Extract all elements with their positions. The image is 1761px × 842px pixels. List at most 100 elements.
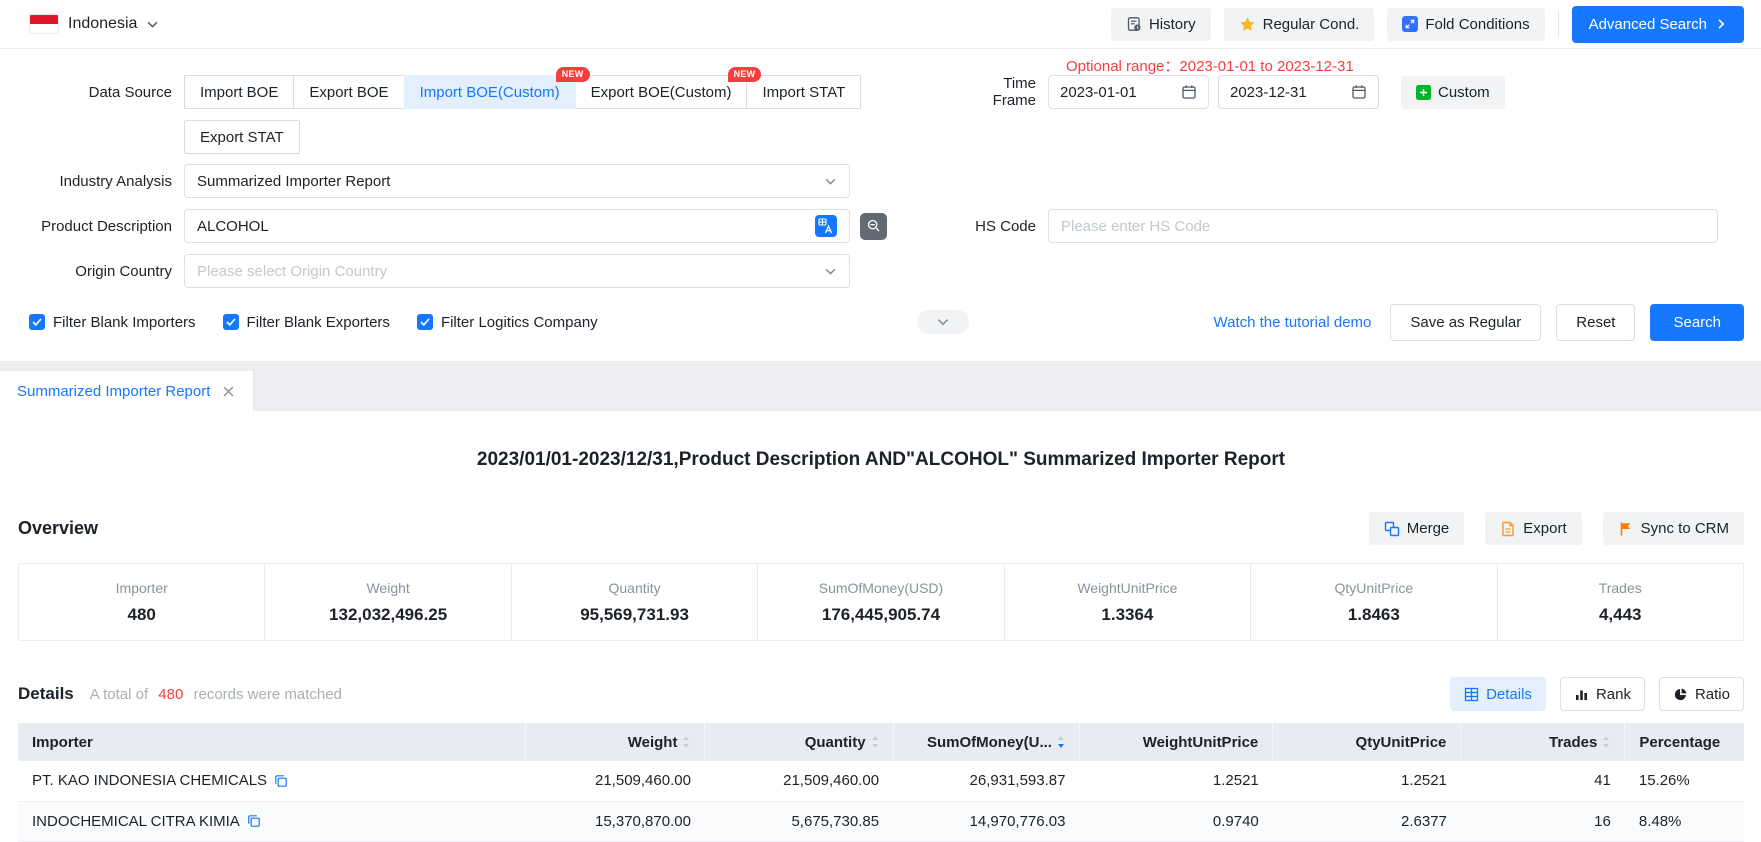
fold-conditions-button[interactable]: Fold Conditions [1387, 8, 1544, 41]
sort-icon[interactable] [1602, 735, 1610, 749]
time-frame-label: Time Frame [958, 75, 1036, 109]
table-header-row: Importer Weight Quantity SumOfMoney(U...… [18, 723, 1744, 761]
calendar-icon [1351, 84, 1367, 100]
merge-button[interactable]: Merge [1369, 512, 1465, 545]
col-quantity[interactable]: Quantity [705, 723, 893, 761]
details-table: Importer Weight Quantity SumOfMoney(U...… [18, 723, 1744, 842]
topbar-actions: History Regular Cond. Fold Conditions Ad… [1111, 6, 1744, 43]
table-row[interactable]: PT. KAO INDONESIA CHEMICALS 21,509,460.0… [18, 761, 1744, 801]
overview-actions: Merge Export Sync to CRM [1369, 512, 1744, 545]
data-source-label: Data Source [12, 84, 172, 101]
tab-import-boe-custom[interactable]: Import BOE(Custom) NEW [404, 75, 576, 109]
calendar-icon [1181, 84, 1197, 100]
flag-icon [1618, 521, 1634, 537]
translate-icon[interactable] [815, 215, 837, 237]
checkbox-checked-icon [29, 314, 45, 330]
filter-panel: Optional range：2023-01-01 to 2023-12-31 … [0, 49, 1761, 361]
export-file-icon [1500, 521, 1516, 537]
collapse-filters-button[interactable] [917, 310, 969, 334]
stat-weight-unit-price: WeightUnitPrice 1.3364 [1004, 564, 1250, 640]
custom-icon [1416, 85, 1431, 100]
col-weight[interactable]: Weight [525, 723, 705, 761]
tab-import-stat[interactable]: Import STAT [746, 75, 861, 109]
sort-icon[interactable] [682, 735, 690, 749]
regular-cond-button[interactable]: Regular Cond. [1224, 8, 1375, 41]
product-description-row: Product Description ALCOHOL HS Code Plea… [12, 209, 1744, 243]
copy-icon[interactable] [274, 774, 288, 788]
sort-icon-active-desc[interactable] [1057, 735, 1065, 749]
country-selector[interactable]: Indonesia [29, 14, 159, 34]
overview-row: Overview Merge Export Sync to CRM [18, 512, 1744, 545]
view-ratio-button[interactable]: Ratio [1659, 677, 1744, 711]
overview-stats-bar: Importer 480 Weight 132,032,496.25 Quant… [18, 563, 1744, 641]
col-importer: Importer [18, 723, 525, 761]
optional-range-hint: Optional range：2023-01-01 to 2023-12-31 [1066, 55, 1354, 76]
sync-to-crm-button[interactable]: Sync to CRM [1603, 512, 1744, 545]
topbar: Indonesia History Regular Cond. Fold Con… [0, 0, 1761, 49]
reset-button[interactable]: Reset [1556, 304, 1635, 341]
exclude-search-button[interactable] [860, 213, 887, 240]
table-row[interactable]: INDOCHEMICAL CITRA KIMIA 15,370,870.00 5… [18, 801, 1744, 841]
match-summary: A total of 480 records were matched [90, 686, 342, 703]
origin-country-select[interactable]: Please select Origin Country [184, 254, 850, 288]
col-percentage: Percentage [1625, 723, 1744, 761]
date-end-input[interactable]: 2023-12-31 [1218, 75, 1379, 109]
product-description-label: Product Description [12, 218, 172, 235]
stat-importer: Importer 480 [19, 564, 264, 640]
stat-qty-unit-price: QtyUnitPrice 1.8463 [1250, 564, 1496, 640]
new-badge: NEW [556, 67, 590, 82]
chevron-down-icon [146, 18, 159, 31]
tab-export-boe[interactable]: Export BOE [293, 75, 404, 109]
filter-blank-exporters-checkbox[interactable]: Filter Blank Exporters [223, 314, 390, 331]
view-switcher: Details Rank Ratio [1450, 677, 1744, 711]
close-icon[interactable] [222, 385, 235, 398]
col-sum-of-money[interactable]: SumOfMoney(U... [893, 723, 1079, 761]
overview-heading: Overview [18, 518, 98, 539]
tab-import-boe[interactable]: Import BOE [184, 75, 294, 109]
stat-quantity: Quantity 95,569,731.93 [511, 564, 757, 640]
sort-icon[interactable] [871, 735, 879, 749]
bar-chart-icon [1574, 687, 1589, 702]
merge-icon [1384, 521, 1400, 537]
view-details-button[interactable]: Details [1450, 677, 1546, 711]
tutorial-demo-link[interactable]: Watch the tutorial demo [1214, 314, 1372, 331]
data-source-row-2: Export STAT [12, 120, 1744, 154]
tab-export-stat[interactable]: Export STAT [184, 120, 300, 154]
tab-export-boe-custom[interactable]: Export BOE(Custom) NEW [575, 75, 748, 109]
origin-country-label: Origin Country [12, 263, 172, 280]
match-count: 480 [158, 686, 183, 703]
search-actions: Watch the tutorial demo Save as Regular … [1214, 304, 1744, 341]
col-trades[interactable]: Trades [1461, 723, 1625, 761]
product-description-input[interactable]: ALCOHOL [184, 209, 850, 243]
stat-weight: Weight 132,032,496.25 [264, 564, 510, 640]
col-weight-unit-price: WeightUnitPrice [1079, 723, 1272, 761]
filter-actions-row: Filter Blank Importers Filter Blank Expo… [29, 304, 1744, 340]
hs-code-input[interactable]: Please enter HS Code [1048, 209, 1718, 243]
new-badge: NEW [728, 67, 762, 82]
filter-blank-importers-checkbox[interactable]: Filter Blank Importers [29, 314, 196, 331]
report-title: 2023/01/01-2023/12/31,Product Descriptio… [18, 449, 1744, 471]
export-button[interactable]: Export [1485, 512, 1581, 545]
history-icon [1126, 16, 1142, 32]
chevron-down-icon [936, 315, 950, 329]
view-rank-button[interactable]: Rank [1560, 677, 1645, 711]
checkbox-checked-icon [417, 314, 433, 330]
industry-analysis-row: Industry Analysis Summarized Importer Re… [12, 164, 1744, 198]
hs-code-label: HS Code [958, 218, 1036, 235]
advanced-search-button[interactable]: Advanced Search [1572, 6, 1744, 43]
date-start-input[interactable]: 2023-01-01 [1048, 75, 1209, 109]
search-minus-icon [865, 217, 883, 235]
filter-logitics-company-checkbox[interactable]: Filter Logitics Company [417, 314, 598, 331]
importer-name[interactable]: PT. KAO INDONESIA CHEMICALS [32, 772, 267, 789]
time-frame-group: Time Frame 2023-01-01 2023-12-31 Custom [958, 75, 1505, 109]
importer-name[interactable]: INDOCHEMICAL CITRA KIMIA [32, 813, 240, 830]
copy-icon[interactable] [247, 814, 261, 828]
history-button[interactable]: History [1111, 8, 1211, 41]
country-name: Indonesia [68, 15, 137, 33]
table-grid-icon [1464, 687, 1479, 702]
result-tab-summarized-importer-report[interactable]: Summarized Importer Report [0, 371, 254, 411]
custom-range-button[interactable]: Custom [1401, 76, 1505, 109]
industry-analysis-select[interactable]: Summarized Importer Report [184, 164, 850, 198]
search-button[interactable]: Search [1650, 304, 1744, 341]
save-as-regular-button[interactable]: Save as Regular [1390, 304, 1541, 341]
